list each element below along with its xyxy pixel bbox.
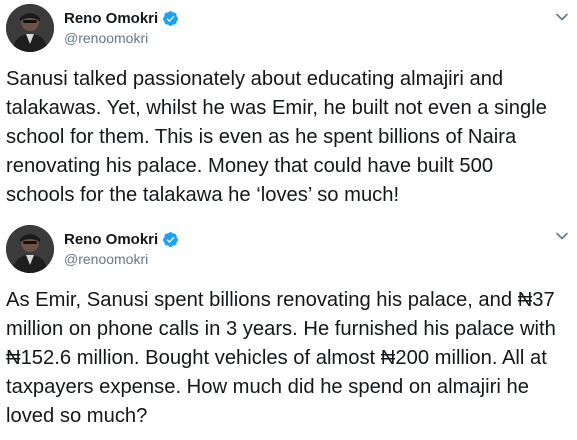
chevron-down-icon [556,13,568,21]
tweet-menu-button[interactable] [555,229,569,243]
author-handle[interactable]: @renoomokri [64,30,148,46]
author-name[interactable]: Reno Omokri [64,231,158,248]
profile-photo-icon [6,225,54,273]
tweet[interactable]: Reno Omokri @renoomokri As Emir, Sanusi … [0,218,577,440]
chevron-down-icon [556,232,568,240]
tweet[interactable]: Reno Omokri @renoomokri Sanusi talked pa… [0,0,577,218]
tweet-text: As Emir, Sanusi spent billions renovatin… [6,289,556,427]
profile-photo-icon [6,4,54,52]
tweet-text: Sanusi talked passionately about educati… [6,68,547,206]
author-handle[interactable]: @renoomokri [64,251,148,267]
tweet-menu-button[interactable] [555,10,569,24]
avatar[interactable] [6,4,54,52]
verified-badge-icon [163,10,179,26]
verified-badge-icon [163,231,179,247]
author-name[interactable]: Reno Omokri [64,10,158,27]
avatar[interactable] [6,225,54,273]
